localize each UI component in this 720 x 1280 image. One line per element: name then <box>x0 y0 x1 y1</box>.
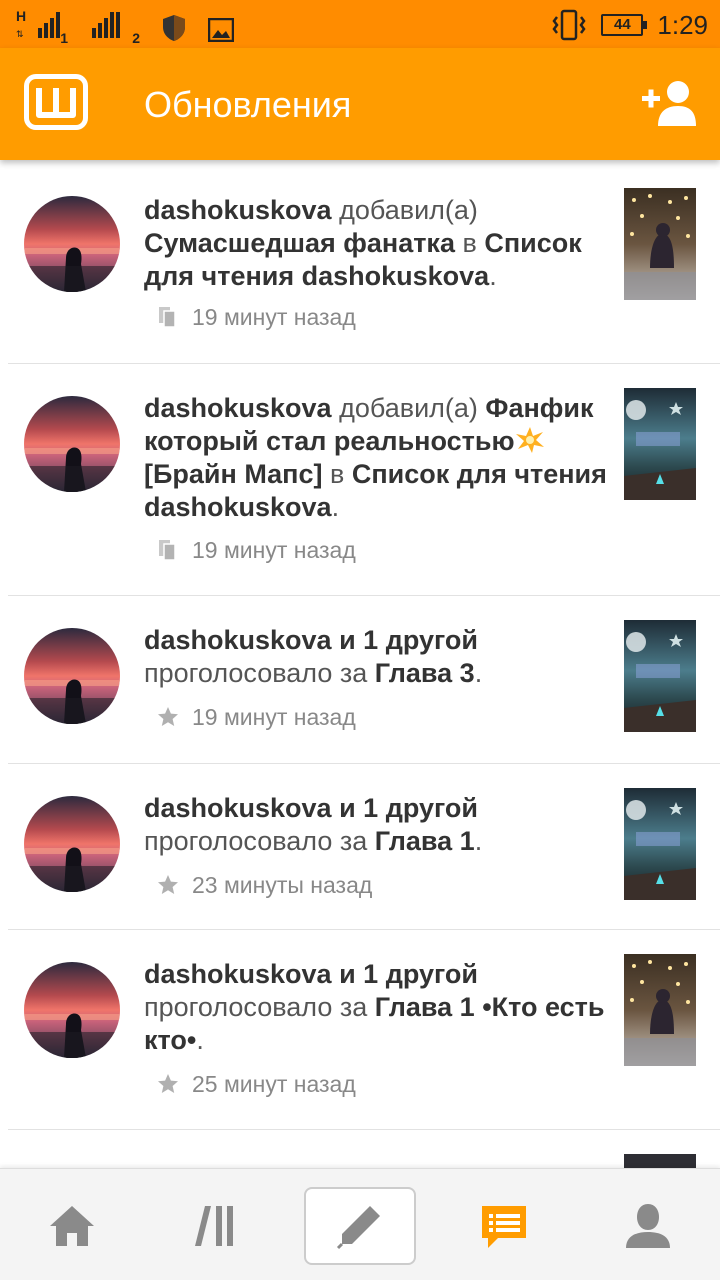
list-item[interactable]: dashokuskova и 1 другой проголосовало за… <box>0 764 720 930</box>
sim1-label: 1 <box>60 30 68 46</box>
sim2-signal-icon: 2 <box>88 8 140 46</box>
activity-meta: 19 минут назад <box>156 702 356 732</box>
bottom-nav <box>0 1168 720 1280</box>
updates-icon <box>482 1206 526 1248</box>
shield-icon <box>163 15 185 41</box>
story-title[interactable]: Сумасшедшая фанатка <box>144 228 455 258</box>
actor-name[interactable]: dashokuskova и 1 другой <box>144 793 478 823</box>
story-title-suffix[interactable]: [Брайн Мапс] <box>144 459 322 489</box>
clock: 1:29 <box>657 9 708 40</box>
actor-name[interactable]: dashokuskova <box>144 393 332 423</box>
story-cover[interactable] <box>624 620 696 732</box>
image-icon <box>208 18 234 42</box>
list-item[interactable]: dashokuskova добавил(а) Фанфик который с… <box>0 364 720 596</box>
profile-icon <box>626 1204 670 1248</box>
timestamp: 25 минут назад <box>192 1070 356 1097</box>
activity-text: dashokuskova и 1 другой проголосовало за… <box>144 624 608 690</box>
battery-icon: 44 <box>601 14 648 36</box>
updates-feed: dashokuskova добавил(а) Сумасшедшая фана… <box>0 160 720 1170</box>
activity-end: . <box>196 1025 204 1055</box>
avatar[interactable] <box>24 396 120 492</box>
library-icon <box>159 540 176 561</box>
sim2-label: 2 <box>132 30 140 46</box>
activity-meta: 19 минут назад <box>156 302 356 332</box>
data-arrows-icon: ⇅ <box>16 29 24 39</box>
nav-library[interactable] <box>160 1187 272 1265</box>
network-type-label: H <box>16 8 27 24</box>
activity-verb: добавил(а) <box>339 393 478 423</box>
write-icon <box>336 1206 380 1250</box>
app-bar: Обновления <box>0 48 720 160</box>
activity-end: . <box>474 826 483 856</box>
avatar[interactable] <box>24 962 120 1058</box>
nav-write[interactable] <box>304 1187 416 1265</box>
activity-meta: 23 минуты назад <box>156 870 372 900</box>
star-icon <box>158 1074 178 1093</box>
nav-updates[interactable] <box>448 1187 560 1265</box>
timestamp: 19 минут назад <box>192 536 356 563</box>
actor-name[interactable]: dashokuskova и 1 другой <box>144 959 478 989</box>
timestamp: 23 минуты назад <box>192 871 373 898</box>
vibrate-icon <box>552 9 586 41</box>
app-logo[interactable] <box>24 74 88 130</box>
activity-end: . <box>331 492 340 522</box>
page-title: Обновления <box>144 84 352 125</box>
add-user-icon[interactable] <box>640 78 696 128</box>
avatar[interactable] <box>24 796 120 892</box>
chapter-title[interactable]: Глава 3 <box>375 658 475 688</box>
story-cover[interactable] <box>624 954 696 1066</box>
star-icon <box>158 707 178 726</box>
actor-name[interactable]: dashokuskova <box>144 195 332 225</box>
activity-end: . <box>474 658 483 688</box>
list-item[interactable]: dashokuskova добавил(а) Сумасшедшая фана… <box>0 160 720 364</box>
library-icon <box>195 1206 233 1246</box>
library-icon <box>159 307 176 328</box>
nav-home[interactable] <box>16 1187 128 1265</box>
activity-meta: 25 минут назад <box>156 1069 356 1099</box>
activity-verb: проголосовало за <box>144 992 368 1022</box>
activity-verb: проголосовало за <box>144 658 368 688</box>
activity-connector: в <box>462 228 477 258</box>
list-item[interactable]: dashokuskova и 1 другой проголосовало за… <box>0 596 720 764</box>
activity-text: dashokuskova и 1 другой проголосовало за… <box>144 958 608 1057</box>
activity-text: dashokuskova добавил(а) Сумасшедшая фана… <box>144 194 608 293</box>
activity-end: . <box>489 261 497 291</box>
activity-verb: добавил(а) <box>339 195 478 225</box>
nav-profile[interactable] <box>592 1187 704 1265</box>
story-cover[interactable] <box>624 388 696 500</box>
activity-verb: проголосовало за <box>144 826 368 856</box>
timestamp: 19 минут назад <box>192 303 356 330</box>
activity-meta: 19 минут назад <box>156 535 356 565</box>
activity-connector: в <box>329 459 345 489</box>
timestamp: 19 минут назад <box>192 703 356 730</box>
status-bar: H ⇅ 1 2 44 1:29 <box>0 0 720 48</box>
star-icon <box>158 875 178 894</box>
story-cover[interactable] <box>624 788 696 900</box>
sim1-signal-icon: H ⇅ 1 <box>16 8 68 46</box>
actor-name[interactable]: dashokuskova и 1 другой <box>144 625 478 655</box>
list-item[interactable]: dashokuskova и 1 другой проголосовало за… <box>0 930 720 1130</box>
avatar[interactable] <box>24 628 120 724</box>
collision-emoji-icon <box>515 427 544 453</box>
logo-letter-icon <box>36 88 76 118</box>
story-cover[interactable] <box>624 188 696 300</box>
activity-text: dashokuskova и 1 другой проголосовало за… <box>144 792 608 858</box>
battery-level: 44 <box>614 16 631 33</box>
activity-text: dashokuskova добавил(а) Фанфик который с… <box>144 392 608 524</box>
home-icon <box>50 1206 94 1246</box>
avatar[interactable] <box>24 196 120 292</box>
chapter-title[interactable]: Глава 1 <box>375 826 475 856</box>
